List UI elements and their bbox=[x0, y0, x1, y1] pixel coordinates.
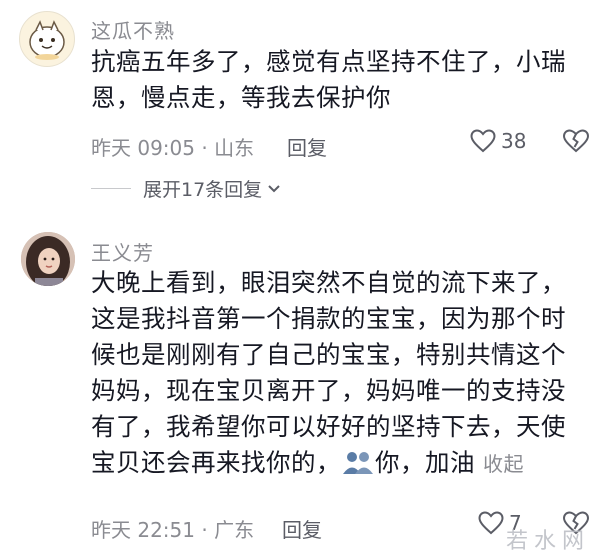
heart-outline-icon bbox=[478, 511, 504, 535]
like-button[interactable]: 38 bbox=[470, 129, 526, 153]
chevron-down-icon bbox=[268, 184, 280, 192]
username[interactable]: 这瓜不熟 bbox=[91, 15, 175, 44]
collapse-button[interactable]: 收起 bbox=[483, 452, 524, 476]
comment-text-line: 恩，慢点走，等我去保护你 bbox=[91, 83, 391, 112]
comment-text-line: 有了，我希望你可以好好的坚持下去，天使 bbox=[91, 412, 566, 441]
comment-text-line: 宝贝还会再来找你的， 你，加油 收起 bbox=[91, 445, 566, 482]
avatar[interactable] bbox=[19, 11, 75, 67]
like-count: 38 bbox=[501, 129, 527, 153]
comment-text-line: 妈妈，现在宝贝离开了，妈妈唯一的支持没 bbox=[91, 376, 566, 405]
dislike-button[interactable] bbox=[562, 129, 590, 157]
hug-emoji-icon bbox=[343, 452, 373, 474]
expand-replies-button[interactable]: 展开17条回复 bbox=[91, 175, 282, 202]
comment-text-segment: 宝贝还会再来找你的， bbox=[91, 448, 341, 477]
divider bbox=[91, 188, 131, 189]
comment-time-location: 昨天 22:51 · 广东 bbox=[91, 518, 255, 542]
expand-replies-label: 展开17条回复 bbox=[143, 179, 263, 201]
comment-text-line: 大晚上看到，眼泪突然不自觉的流下来了， bbox=[91, 268, 566, 297]
comment-time-location: 昨天 09:05 · 山东 bbox=[91, 136, 255, 160]
broken-heart-icon bbox=[562, 129, 590, 153]
username[interactable]: 王义芳 bbox=[91, 237, 154, 266]
reply-button[interactable]: 回复 bbox=[287, 132, 327, 161]
comment-text-line: 抗癌五年多了，感觉有点坚持不住了，小瑞 bbox=[91, 47, 566, 76]
reply-button[interactable]: 回复 bbox=[282, 514, 322, 543]
heart-outline-icon bbox=[470, 129, 496, 153]
comment-text: 大晚上看到，眼泪突然不自觉的流下来了， 这是我抖音第一个捐款的宝宝，因为那个时 … bbox=[91, 265, 566, 482]
avatar[interactable] bbox=[21, 232, 75, 286]
comment-text-line: 这是我抖音第一个捐款的宝宝，因为那个时 bbox=[91, 304, 566, 333]
comment-text: 抗癌五年多了，感觉有点坚持不住了，小瑞 恩，慢点走，等我去保护你 bbox=[91, 44, 566, 116]
portrait-avatar-icon bbox=[21, 232, 75, 286]
cartoon-avatar-icon bbox=[29, 20, 65, 60]
comment-text-segment: 你，加油 bbox=[375, 448, 475, 477]
comment-text-line: 候也是刚刚有了自己的宝宝，特别共情这个 bbox=[91, 340, 566, 369]
watermark: 若水网 bbox=[505, 529, 590, 554]
